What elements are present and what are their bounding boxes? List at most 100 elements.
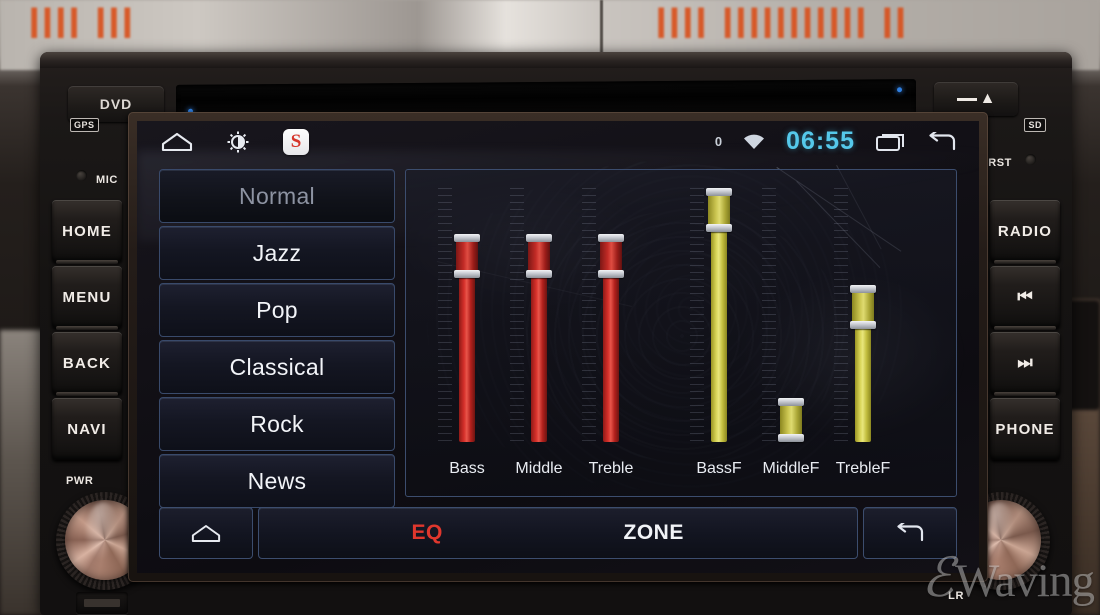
status-bar: S 0 06:55	[137, 121, 979, 167]
hw-button-navi[interactable]: NAVI	[52, 398, 122, 460]
car-stereo-head-unit: DVD ▲ GPS MIC SD RST HOME MENU BACK NAVI…	[40, 52, 1072, 615]
back-arrow-icon[interactable]	[927, 131, 957, 152]
thumb-body	[780, 406, 802, 434]
microphone-hole	[76, 170, 87, 181]
app-icon-s[interactable]: S	[283, 129, 309, 155]
eq-slider-middle[interactable]	[526, 234, 552, 442]
thumb-cap-top	[850, 285, 876, 293]
thumb-cap-bottom	[526, 270, 552, 278]
eq-slider-middlef[interactable]	[778, 398, 804, 442]
thumb-cap-bottom	[598, 270, 624, 278]
chassis-top-edge	[40, 52, 1072, 68]
eq-slider-bassf[interactable]	[706, 188, 732, 442]
rst-label: RST	[988, 157, 1012, 169]
eq-slider-treblef[interactable]	[850, 285, 876, 442]
eq-slider-thumb[interactable]	[706, 188, 732, 232]
nav-mode-bar[interactable]: EQ ZONE	[258, 507, 858, 559]
eq-tick-marks	[762, 188, 776, 442]
thumb-cap-bottom	[850, 321, 876, 329]
button-ridge-3	[56, 392, 118, 396]
status-bar-right-group: 0 06:55	[715, 127, 957, 156]
eq-tick-marks	[510, 188, 524, 442]
usb-port[interactable]	[76, 592, 128, 614]
usb-port-inner	[84, 599, 120, 607]
button-ridge-6	[994, 392, 1056, 396]
hw-button-radio[interactable]: RADIO	[990, 200, 1060, 262]
thumb-cap-bottom	[778, 434, 804, 442]
slot-led-right	[897, 87, 902, 93]
status-bar-clock: 06:55	[786, 127, 855, 155]
bottom-nav-bar: EQ ZONE	[159, 507, 957, 559]
eq-slider-thumb[interactable]	[778, 398, 804, 442]
status-bar-left-group: S	[161, 129, 309, 155]
nav-eq-label[interactable]: EQ	[411, 521, 442, 545]
lr-label: LR	[948, 590, 964, 602]
sd-label: SD	[1024, 118, 1046, 132]
eq-preset-rock[interactable]: Rock	[159, 397, 395, 451]
eq-tick-marks	[438, 188, 452, 442]
nav-zone-label[interactable]: ZONE	[624, 521, 684, 545]
eq-preset-news[interactable]: News	[159, 454, 395, 508]
eq-tick-marks	[690, 188, 704, 442]
thumb-body	[600, 242, 622, 270]
button-ridge-4	[994, 260, 1056, 264]
equalizer-panel[interactable]: Bass Middle Treble BassF MiddleF TrebleF	[405, 169, 957, 497]
thumb-body	[528, 242, 550, 270]
reset-hole[interactable]	[1025, 154, 1036, 165]
eject-button[interactable]: ▲	[934, 82, 1018, 116]
eject-icon: ▲	[956, 91, 995, 107]
eq-slider-label-treble: Treble	[588, 460, 634, 477]
eq-preset-classical[interactable]: Classical	[159, 340, 395, 394]
hw-button-back[interactable]: BACK	[52, 332, 122, 394]
thumb-body	[852, 293, 874, 321]
hw-button-previous-track[interactable]: ⏮	[990, 266, 1060, 328]
eq-slider-thumb[interactable]	[598, 234, 624, 278]
back-arrow-icon	[895, 523, 925, 543]
thumb-cap-top	[778, 398, 804, 406]
eq-slider-thumb[interactable]	[454, 234, 480, 278]
home-icon[interactable]	[161, 132, 193, 152]
eq-slider-label-middlef: MiddleF	[762, 460, 820, 477]
battery-indicator: 0	[714, 134, 723, 149]
eq-slider-thumb[interactable]	[526, 234, 552, 278]
thumb-body	[456, 242, 478, 270]
eq-preset-pop[interactable]: Pop	[159, 283, 395, 337]
thumb-cap-bottom	[454, 270, 480, 278]
mic-label: MIC	[96, 174, 118, 186]
thumb-cap-bottom	[706, 224, 732, 232]
background-orange-text-left: |||| |||	[28, 0, 135, 38]
eq-preset-jazz[interactable]: Jazz	[159, 226, 395, 280]
hw-button-home[interactable]: HOME	[52, 200, 122, 262]
eq-tick-marks	[834, 188, 848, 442]
volume-knob-highlight	[86, 502, 120, 564]
eq-preset-list: Normal Jazz Pop Classical Rock News	[159, 169, 395, 511]
pwr-label: PWR	[66, 475, 94, 487]
hw-button-next-track[interactable]: ⏭	[990, 332, 1060, 394]
eq-tick-marks	[582, 188, 596, 442]
nav-back-button[interactable]	[863, 507, 957, 559]
eq-slider-bass[interactable]	[454, 234, 480, 442]
button-ridge-5	[994, 326, 1056, 330]
eq-slider-label-bass: Bass	[449, 460, 485, 477]
thumb-cap-top	[454, 234, 480, 242]
thumb-cap-top	[706, 188, 732, 196]
eq-slider-label-bassf: BassF	[696, 460, 742, 477]
recents-icon[interactable]	[876, 132, 906, 152]
eq-slider-label-treblef: TrebleF	[835, 460, 891, 477]
hw-button-phone[interactable]: PHONE	[990, 398, 1060, 460]
thumb-cap-top	[598, 234, 624, 242]
hw-button-menu[interactable]: MENU	[52, 266, 122, 328]
lcd-screen[interactable]: S 0 06:55 Normal Jazz Pop Classical Rock…	[137, 121, 979, 573]
eq-preset-normal[interactable]: Normal	[159, 169, 395, 223]
nav-home-button[interactable]	[159, 507, 253, 559]
brightness-icon[interactable]	[227, 131, 249, 153]
button-ridge-2	[56, 326, 118, 330]
button-ridge-1	[56, 260, 118, 264]
eq-slider-thumb[interactable]	[850, 285, 876, 329]
thumb-cap-top	[526, 234, 552, 242]
thumb-body	[708, 196, 730, 224]
gps-label: GPS	[70, 118, 99, 132]
wifi-icon	[743, 134, 765, 150]
eq-slider-label-middle: Middle	[515, 460, 563, 477]
eq-slider-treble[interactable]	[598, 234, 624, 442]
